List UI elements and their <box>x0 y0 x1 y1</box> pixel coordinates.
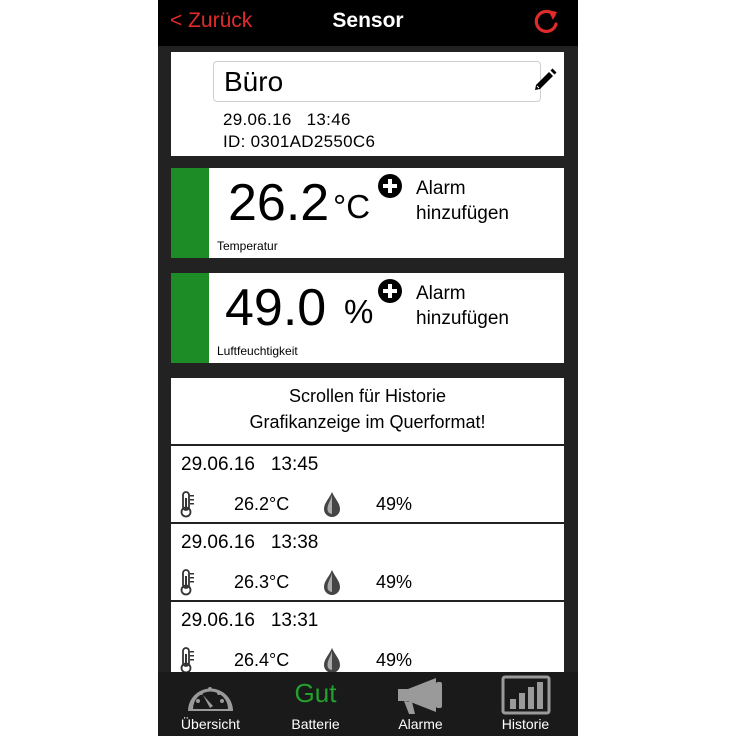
sensor-date: 29.06.16 <box>223 110 292 129</box>
temperature-value: 26.2 <box>228 174 330 232</box>
sensor-time: 13:46 <box>306 110 351 129</box>
bottom-tab-bar: Übersicht Gut Batterie Alarme Historie <box>158 672 578 736</box>
history-temperature: 26.4°C <box>234 650 290 670</box>
temperature-card: 26.2 °C Alarm hinzufügen Temperatur <box>171 168 564 258</box>
history-row[interactable]: 29.06.16 13:45 26.2°C 49% <box>171 446 564 522</box>
thermometer-icon <box>180 569 194 596</box>
history-date: 29.06.16 <box>181 532 255 553</box>
history-timestamp: 29.06.16 13:31 <box>181 610 318 632</box>
thermometer-icon <box>180 491 194 518</box>
tab-overview-label: Übersicht <box>180 716 241 732</box>
content-area: Büro 29.06.16 13:46 ID: 0301AD2550C6 26.… <box>158 46 578 674</box>
tab-alarms-label: Alarme <box>398 716 443 732</box>
alarm-label-line2: hinzufügen <box>416 308 509 329</box>
add-alarm-humidity-icon[interactable] <box>377 278 403 304</box>
temperature-label: Temperatur <box>217 239 278 253</box>
history-timestamp: 29.06.16 13:38 <box>181 532 318 554</box>
history-humidity: 49% <box>376 650 413 670</box>
thermometer-icon <box>180 647 194 674</box>
sensor-info-card: Büro 29.06.16 13:46 ID: 0301AD2550C6 <box>171 52 564 156</box>
add-alarm-temperature-icon[interactable] <box>377 173 403 199</box>
alarm-label-line1: Alarm <box>416 178 466 199</box>
history-time: 13:31 <box>270 610 319 631</box>
humidity-card: 49.0 % Alarm hinzufügen Luftfeuchtigkeit <box>171 273 564 363</box>
temperature-status-bar <box>171 168 209 258</box>
hint-line-scroll: Scrollen für Historie <box>288 386 447 406</box>
water-drop-icon <box>324 570 340 595</box>
sensor-name-field[interactable]: Büro <box>213 61 541 102</box>
refresh-icon[interactable] <box>530 6 562 38</box>
edit-pencil-icon[interactable] <box>531 66 559 94</box>
sensor-timestamp: 29.06.16 13:46 <box>223 110 351 130</box>
history-date: 29.06.16 <box>181 454 255 475</box>
history-row[interactable]: 29.06.16 13:31 26.4°C 49% <box>171 602 564 674</box>
history-hint-card: Scrollen für Historie Grafikanzeige im Q… <box>171 378 564 444</box>
alarm-label-line1: Alarm <box>416 283 466 304</box>
humidity-label: Luftfeuchtigkeit <box>217 344 298 358</box>
phone-screen: < Zurück Sensor Büro 29.06.16 13:46 ID: … <box>158 0 578 736</box>
history-humidity: 49% <box>376 494 413 514</box>
humidity-status-bar <box>171 273 209 363</box>
history-time: 13:38 <box>270 532 319 553</box>
history-timestamp: 29.06.16 13:45 <box>181 454 318 476</box>
water-drop-icon <box>324 648 340 673</box>
tab-battery[interactable]: Gut Batterie <box>263 672 368 736</box>
tab-battery-label: Batterie <box>291 716 340 732</box>
hint-line-landscape: Grafikanzeige im Querformat! <box>249 412 486 432</box>
add-alarm-humidity-link[interactable]: Alarm hinzufügen <box>416 281 509 331</box>
history-humidity: 49% <box>376 572 413 592</box>
tab-overview[interactable]: Übersicht <box>158 672 263 736</box>
history-temperature: 26.2°C <box>234 494 290 514</box>
temperature-unit: °C <box>333 188 371 225</box>
alarm-label-line2: hinzufügen <box>416 203 509 224</box>
gauge-icon <box>188 687 233 711</box>
history-temperature: 26.3°C <box>234 572 290 592</box>
history-date: 29.06.16 <box>181 610 255 631</box>
battery-status-text: Gut <box>294 678 337 708</box>
sensor-id: ID: 0301AD2550C6 <box>223 132 376 151</box>
sensor-name: Büro <box>224 66 284 97</box>
history-time: 13:45 <box>270 454 319 475</box>
water-drop-icon <box>324 492 340 517</box>
tab-history[interactable]: Historie <box>473 672 578 736</box>
humidity-value: 49.0 <box>225 279 327 337</box>
tab-alarms[interactable]: Alarme <box>368 672 473 736</box>
bar-chart-icon <box>501 675 551 715</box>
back-button[interactable]: < Zurück <box>170 9 252 33</box>
add-alarm-temperature-link[interactable]: Alarm hinzufügen <box>416 176 509 226</box>
megaphone-icon <box>398 678 442 714</box>
nav-header: < Zurück Sensor <box>158 0 578 46</box>
humidity-unit: % <box>344 293 374 330</box>
history-row[interactable]: 29.06.16 13:38 26.3°C 49% <box>171 524 564 600</box>
tab-history-label: Historie <box>501 716 550 732</box>
